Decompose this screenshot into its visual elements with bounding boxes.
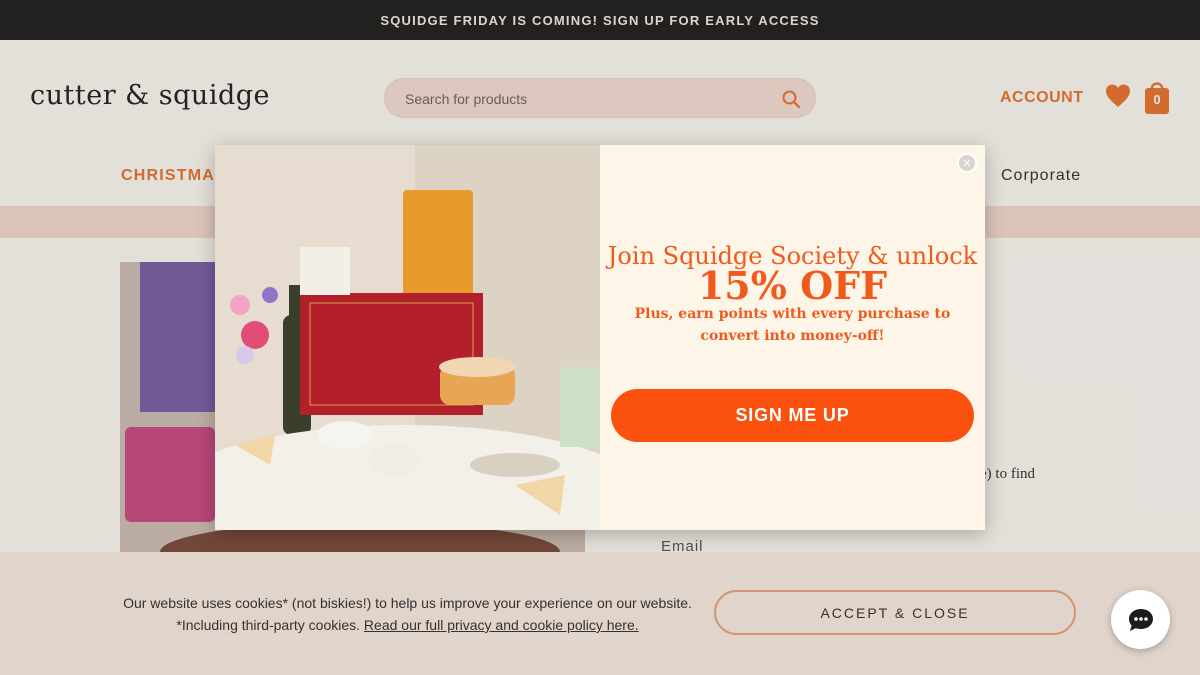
popup-subtext: Plus, earn points with every purchase to… <box>634 306 951 344</box>
popup-offer: 15% OFF <box>697 263 888 308</box>
sign-up-button[interactable]: SIGN ME UP <box>611 389 974 442</box>
close-icon: ✕ <box>962 156 972 170</box>
signup-popup: ✕ Join Squidge Society & unlock 15% OFF … <box>215 145 985 530</box>
popup-image <box>215 145 600 530</box>
chat-icon <box>1128 608 1153 631</box>
close-popup-button[interactable]: ✕ <box>957 153 977 173</box>
popup-panel: ✕ Join Squidge Society & unlock 15% OFF … <box>600 145 985 530</box>
chat-button[interactable] <box>1111 590 1170 649</box>
